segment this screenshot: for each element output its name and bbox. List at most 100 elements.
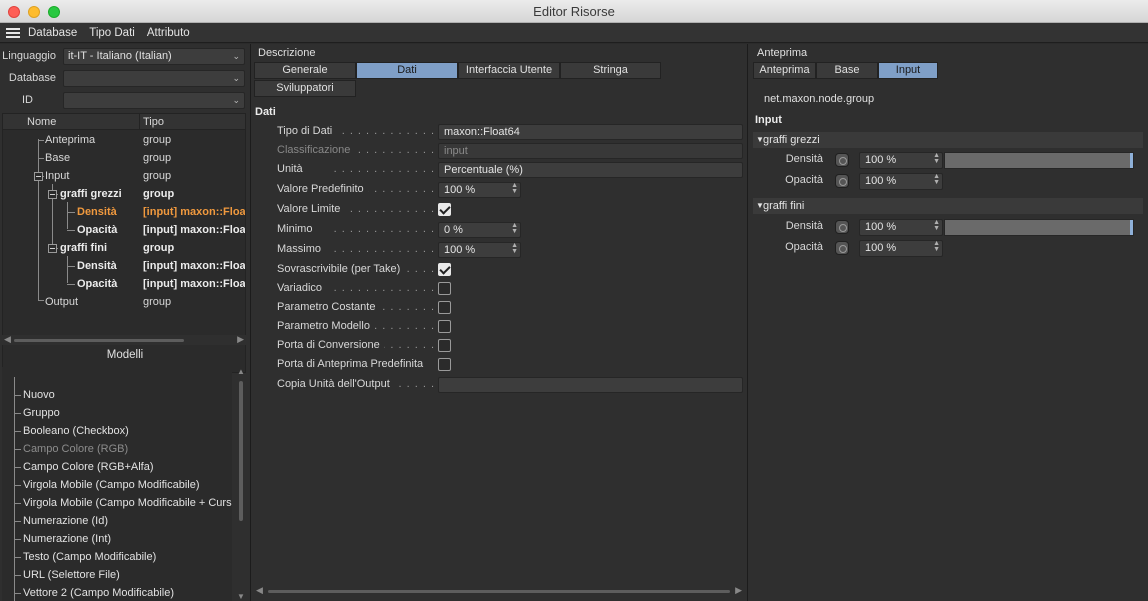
stepper-icon[interactable]: ▲ ▼ <box>933 152 940 165</box>
modelli-item[interactable]: Vettore 2 (Campo Modificabile) <box>23 584 174 601</box>
massimo-label: Massimo <box>277 243 326 255</box>
tree-row-graffi-grezzi[interactable]: graffi grezzi group <box>3 185 245 203</box>
parametro-costante-checkbox[interactable] <box>438 301 451 314</box>
resource-tree[interactable]: Nome Tipo Anteprima group Base group Inp… <box>2 113 246 373</box>
tree-header: Nome Tipo <box>3 114 245 130</box>
densita-field[interactable]: 100 % ▲ ▼ <box>859 219 943 236</box>
tab-base[interactable]: Base <box>816 62 878 79</box>
scroll-up-icon[interactable]: ▲ <box>237 367 245 376</box>
tree-row-opacita[interactable]: Opacità [input] maxon::Float64 <box>3 221 245 239</box>
stepper-icon[interactable]: ▲ ▼ <box>933 173 940 186</box>
group-graffi-fini[interactable]: ▼ graffi fini <box>753 198 1143 214</box>
tree-row-input[interactable]: Input group <box>3 167 245 185</box>
densita-label: Densità <box>785 220 823 232</box>
modelli-item[interactable]: Nuovo <box>23 386 55 404</box>
animate-toggle-icon[interactable] <box>835 153 849 167</box>
scroll-right-icon[interactable]: ▶ <box>237 334 244 345</box>
densita-slider[interactable] <box>944 152 1134 169</box>
modelli-item[interactable]: Virgola Mobile (Campo Modificabile) <box>23 476 199 494</box>
id-select[interactable]: ⌄ <box>63 92 245 109</box>
scroll-right-icon[interactable]: ▶ <box>735 585 742 596</box>
minimo-field[interactable]: 0 % ▲ ▼ <box>438 222 521 238</box>
tipo-di-dati-label: Tipo di Dati <box>277 125 337 137</box>
tab-generale[interactable]: Generale <box>254 62 356 79</box>
minimo-value: 0 % <box>444 224 463 236</box>
stepper-icon[interactable]: ▲ ▼ <box>511 222 518 235</box>
parametro-modello-checkbox[interactable] <box>438 320 451 333</box>
row-tipo-di-dati: . . . . . . . . . . . . . Tipo di Dati m… <box>277 123 747 142</box>
tab-input[interactable]: Input <box>878 62 938 79</box>
tree-header-name[interactable]: Nome <box>27 116 56 128</box>
database-select[interactable]: ⌄ <box>63 70 245 87</box>
modelli-item[interactable]: Virgola Mobile (Campo Modificabile + Cur… <box>23 494 232 512</box>
scroll-left-icon[interactable]: ◀ <box>4 334 11 345</box>
linguaggio-select[interactable]: it-IT - Italiano (Italian) ⌄ <box>63 48 245 65</box>
tree-row-base[interactable]: Base group <box>3 149 245 167</box>
tree-horizontal-scrollbar[interactable]: ◀ ▶ <box>2 334 246 345</box>
modelli-item[interactable]: Numerazione (Int) <box>23 530 111 548</box>
stepper-icon[interactable]: ▲ ▼ <box>511 182 518 195</box>
densita-value: 100 % <box>865 154 897 166</box>
tree-row-opacita[interactable]: Opacità [input] maxon::Float64 <box>3 275 245 293</box>
copia-unita-field[interactable] <box>438 377 743 393</box>
tree-item-name: Opacità <box>77 224 118 236</box>
unita-select[interactable]: Percentuale (%) <box>438 162 743 178</box>
animate-toggle-icon[interactable] <box>835 220 849 234</box>
tree-row-densita-selected[interactable]: Densità [input] maxon::Float64 <box>3 203 245 221</box>
group-name: graffi grezzi <box>763 134 820 146</box>
hamburger-menu-icon[interactable] <box>6 27 20 38</box>
tab-stringa[interactable]: Stringa <box>560 62 661 79</box>
massimo-field[interactable]: 100 % ▲ ▼ <box>438 242 521 258</box>
stepper-icon[interactable]: ▲ ▼ <box>933 240 940 253</box>
slider-knob[interactable] <box>1130 153 1133 168</box>
animate-toggle-icon[interactable] <box>835 174 849 188</box>
modelli-item[interactable]: URL (Selettore File) <box>23 566 120 584</box>
descrizione-horizontal-scrollbar[interactable]: ◀ ▶ <box>254 585 744 596</box>
tree-item-name: Anteprima <box>45 134 96 146</box>
modelli-vertical-scrollbar[interactable]: ▲ ▼ <box>236 367 246 601</box>
densita-field[interactable]: 100 % ▲ ▼ <box>859 152 943 169</box>
tab-interfaccia-utente[interactable]: Interfaccia Utente <box>458 62 560 79</box>
porta-anteprima-checkbox[interactable] <box>438 358 451 371</box>
modelli-item[interactable]: Campo Colore (RGB+Alfa) <box>23 458 154 476</box>
animate-toggle-icon[interactable] <box>835 241 849 255</box>
menu-database[interactable]: Database <box>28 27 77 39</box>
valore-limite-checkbox[interactable] <box>438 203 451 216</box>
scroll-left-icon[interactable]: ◀ <box>256 585 263 596</box>
modelli-item[interactable]: Campo Colore (RGB) <box>23 440 128 458</box>
database-row: Database ⌄ <box>0 69 250 87</box>
stepper-icon[interactable]: ▲ ▼ <box>511 242 518 255</box>
modelli-item[interactable]: Testo (Campo Modificabile) <box>23 548 156 566</box>
tree-row-anteprima[interactable]: Anteprima group <box>3 131 245 149</box>
sovrascrivibile-checkbox[interactable] <box>438 263 451 276</box>
densita-slider[interactable] <box>944 219 1134 236</box>
menu-tipo-dati[interactable]: Tipo Dati <box>89 27 135 39</box>
modelli-list[interactable]: Nuovo Gruppo Booleano (Checkbox) Campo C… <box>2 367 232 601</box>
densita-label: Densità <box>785 153 823 165</box>
tree-item-name: graffi grezzi <box>60 188 122 200</box>
tree-row-output[interactable]: Output group <box>3 293 245 311</box>
dati-section-title: Dati <box>255 106 276 118</box>
scroll-down-icon[interactable]: ▼ <box>237 592 245 601</box>
stepper-icon[interactable]: ▲ ▼ <box>933 219 940 232</box>
opacita-field[interactable]: 100 % ▲ ▼ <box>859 173 943 190</box>
slider-knob[interactable] <box>1130 220 1133 235</box>
row-densita-grezzi: Densità 100 % ▲ ▼ <box>748 150 1148 170</box>
tab-anteprima[interactable]: Anteprima <box>753 62 816 79</box>
porta-conversione-checkbox[interactable] <box>438 339 451 352</box>
opacita-field[interactable]: 100 % ▲ ▼ <box>859 240 943 257</box>
modelli-item[interactable]: Booleano (Checkbox) <box>23 422 129 440</box>
variadico-checkbox[interactable] <box>438 282 451 295</box>
tree-row-densita[interactable]: Densità [input] maxon::Float64 <box>3 257 245 275</box>
tab-sviluppatori[interactable]: Sviluppatori <box>254 80 356 97</box>
modelli-item[interactable]: Gruppo <box>23 404 60 422</box>
menu-attributo[interactable]: Attributo <box>147 27 190 39</box>
tree-header-type[interactable]: Tipo <box>143 116 164 128</box>
tipo-di-dati-field[interactable]: maxon::Float64 <box>438 124 743 140</box>
modelli-item[interactable]: Numerazione (Id) <box>23 512 108 530</box>
group-graffi-grezzi[interactable]: ▼ graffi grezzi <box>753 132 1143 148</box>
tab-dati[interactable]: Dati <box>356 62 458 79</box>
tree-row-graffi-fini[interactable]: graffi fini group <box>3 239 245 257</box>
valore-predefinito-field[interactable]: 100 % ▲ ▼ <box>438 182 521 198</box>
row-minimo: . . . . . . . . . . . . . Minimo 0 % ▲ ▼ <box>277 221 747 240</box>
